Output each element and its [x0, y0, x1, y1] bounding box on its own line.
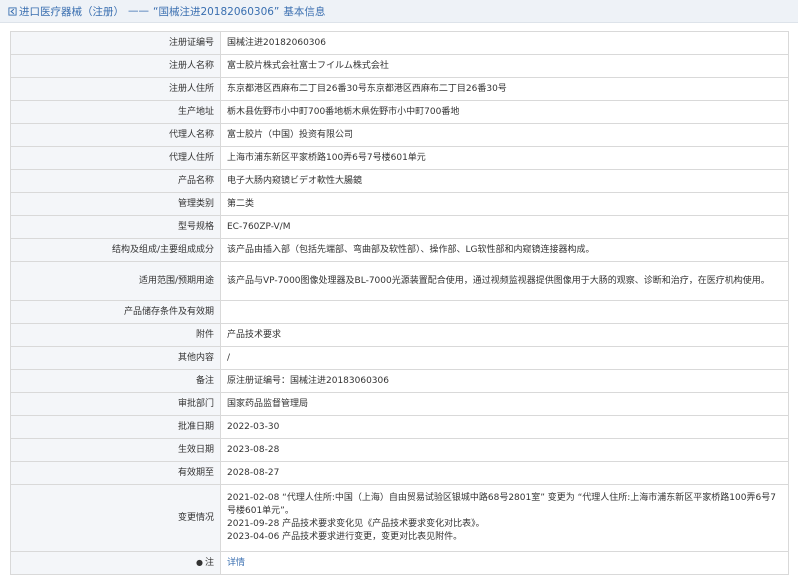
table-row: ● 注 详情: [10, 551, 789, 575]
field-value: 第二类: [220, 192, 789, 216]
header-suffix: 基本信息: [283, 5, 326, 18]
field-label: 注册人名称: [10, 54, 221, 78]
table-row: 变更情况 2021-02-08 “代理人住所:中国（上海）自由贸易试验区银城中路…: [10, 484, 789, 552]
table-row: 注册证编号 国械注进20182060306: [10, 31, 789, 55]
table-row: 结构及组成/主要组成成分 该产品由插入部（包括先端部、弯曲部及软性部）、操作部、…: [10, 238, 789, 262]
table-row: 附件 产品技术要求: [10, 323, 789, 347]
table-row: 代理人名称 富士胶片（中国）投资有限公司: [10, 123, 789, 147]
header-prefix: 进口医疗器械（注册）: [19, 5, 124, 18]
dot-icon: ●: [196, 558, 203, 567]
field-value: 电子大肠内窥镜ビデオ軟性大腸鏡: [220, 169, 789, 193]
change-entry: 2021-02-08 “代理人住所:中国（上海）自由贸易试验区银城中路68号28…: [227, 493, 776, 516]
field-label: 生产地址: [10, 100, 221, 124]
field-value: 2023-08-28: [220, 438, 789, 462]
field-value: 国家药品监督管理局: [220, 392, 789, 416]
table-row: 产品名称 电子大肠内窥镜ビデオ軟性大腸鏡: [10, 169, 789, 193]
field-value: 富士胶片株式会社富士フイルム株式会社: [220, 54, 789, 78]
field-label: 注册人住所: [10, 77, 221, 101]
table-row: 备注 原注册证编号：国械注进20183060306: [10, 369, 789, 393]
table-row: 审批部门 国家药品监督管理局: [10, 392, 789, 416]
field-label: 变更情况: [10, 484, 221, 552]
field-label: 产品储存条件及有效期: [10, 300, 221, 324]
field-label: 备注: [10, 369, 221, 393]
field-value: 该产品由插入部（包括先端部、弯曲部及软性部）、操作部、LG软性部和内窥镜连接器构…: [220, 238, 789, 262]
field-label: 附件: [10, 323, 221, 347]
change-entry: 2023-04-06 产品技术要求进行变更，变更对比表见附件。: [227, 532, 463, 542]
field-value: EC-760ZP-V/M: [220, 215, 789, 239]
field-value: 上海市浦东新区平家桥路100弄6号7号楼601单元: [220, 146, 789, 170]
table-row: 管理类别 第二类: [10, 192, 789, 216]
field-label: 代理人住所: [10, 146, 221, 170]
back-arrow-icon[interactable]: [8, 6, 17, 16]
field-value: 国械注进20182060306: [220, 31, 789, 55]
page-header: 进口医疗器械（注册） —— “国械注进20182060306” 基本信息: [0, 0, 798, 23]
field-label: 其他内容: [10, 346, 221, 370]
table-row: 注册人名称 富士胶片株式会社富士フイルム株式会社: [10, 54, 789, 78]
table-row: 批准日期 2022-03-30: [10, 415, 789, 439]
field-label: 型号规格: [10, 215, 221, 239]
table-row: 注册人住所 东京都港区西麻布二丁目26番30号东京都港区西麻布二丁目26番30号: [10, 77, 789, 101]
table-row: 代理人住所 上海市浦东新区平家桥路100弄6号7号楼601单元: [10, 146, 789, 170]
table-row: 生效日期 2023-08-28: [10, 438, 789, 462]
table-row: 型号规格 EC-760ZP-V/M: [10, 215, 789, 239]
header-subject: “国械注进20182060306”: [153, 5, 280, 18]
table-row: 生产地址 栃木县佐野市小中町700番地栃木県佐野市小中町700番地: [10, 100, 789, 124]
field-value: 产品技术要求: [220, 323, 789, 347]
field-label: 适用范围/预期用途: [10, 261, 221, 301]
field-value: 详情: [220, 551, 789, 575]
field-label: 结构及组成/主要组成成分: [10, 238, 221, 262]
details-link[interactable]: 详情: [227, 558, 245, 568]
table-row: 有效期至 2028-08-27: [10, 461, 789, 485]
field-value: 富士胶片（中国）投资有限公司: [220, 123, 789, 147]
field-value: 东京都港区西麻布二丁目26番30号东京都港区西麻布二丁目26番30号: [220, 77, 789, 101]
field-value: 2028-08-27: [220, 461, 789, 485]
field-value: 原注册证编号：国械注进20183060306: [220, 369, 789, 393]
change-entry: 2021-09-28 产品技术要求变化见《产品技术要求变化对比表》。: [227, 519, 485, 529]
header-separator: ——: [128, 5, 149, 17]
info-table: 注册证编号 国械注进20182060306 注册人名称 富士胶片株式会社富士フイ…: [10, 31, 789, 575]
table-row: 其他内容 /: [10, 346, 789, 370]
field-value: [220, 300, 789, 324]
field-value: /: [220, 346, 789, 370]
field-label: 审批部门: [10, 392, 221, 416]
field-label: 注册证编号: [10, 31, 221, 55]
field-label: 生效日期: [10, 438, 221, 462]
changes-value: 2021-02-08 “代理人住所:中国（上海）自由贸易试验区银城中路68号28…: [220, 484, 789, 552]
field-value: 2022-03-30: [220, 415, 789, 439]
table-row: 适用范围/预期用途 该产品与VP-7000图像处理器及BL-7000光源装置配合…: [10, 261, 789, 301]
field-label: 有效期至: [10, 461, 221, 485]
note-label-cell: ● 注: [10, 551, 221, 575]
field-label: 管理类别: [10, 192, 221, 216]
table-row: 产品储存条件及有效期: [10, 300, 789, 324]
field-label: 注: [204, 558, 214, 568]
field-label: 代理人名称: [10, 123, 221, 147]
field-label: 批准日期: [10, 415, 221, 439]
field-value: 该产品与VP-7000图像处理器及BL-7000光源装置配合使用，通过视频监视器…: [220, 261, 789, 301]
field-value: 栃木县佐野市小中町700番地栃木県佐野市小中町700番地: [220, 100, 789, 124]
field-label: 产品名称: [10, 169, 221, 193]
